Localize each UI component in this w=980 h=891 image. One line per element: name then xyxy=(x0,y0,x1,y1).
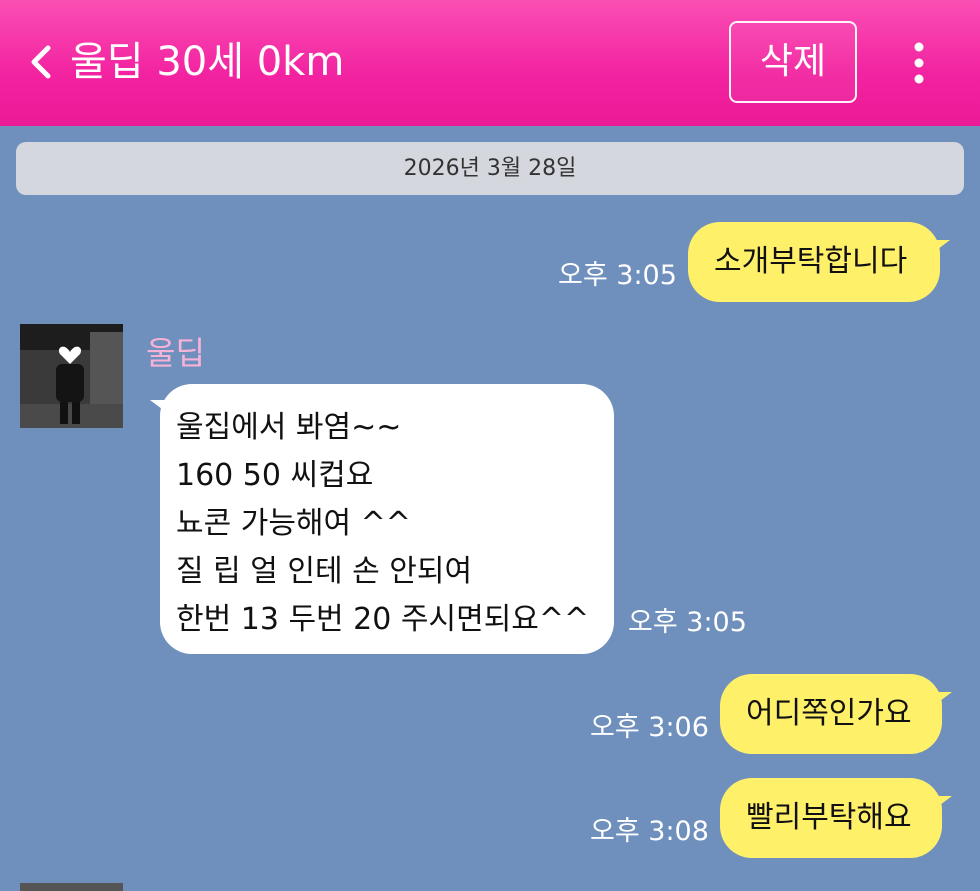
message-line: 160 50 씨컵요 xyxy=(176,458,374,493)
message-text: 빨리부탁해요 xyxy=(746,800,912,835)
message-text: 어디쪽인가요 xyxy=(746,696,912,731)
more-vertical-icon[interactable] xyxy=(904,41,934,85)
avatar-photo xyxy=(20,324,123,428)
outgoing-message[interactable]: 어디쪽인가요 xyxy=(720,674,952,754)
chat-header: 울딥 30세 0km 삭제 xyxy=(0,0,980,126)
message-line: 한번 13 두번 20 주시면되요^^ xyxy=(176,602,590,637)
avatar[interactable] xyxy=(20,883,123,891)
avatar[interactable] xyxy=(20,324,123,428)
message-line: 질 립 얼 인테 손 안되여 xyxy=(176,554,473,589)
message-line: 울집에서 봐염~~ xyxy=(176,410,402,445)
message-text: 소개부탁합니다 xyxy=(714,244,908,279)
sender-name: 울딥 xyxy=(146,334,205,372)
message-time: 오후 3:05 xyxy=(628,607,747,638)
incoming-message[interactable]: 울집에서 봐염~~ 160 50 씨컵요 뇨콘 가능해여 ^^ 질 립 얼 인테… xyxy=(150,384,614,654)
message-time: 오후 3:08 xyxy=(590,816,709,847)
message-time: 오후 3:05 xyxy=(558,260,677,291)
message-time: 오후 3:06 xyxy=(590,712,709,743)
chat-title: 울딥 30세 0km xyxy=(70,39,345,85)
date-divider: 2026년 3월 28일 xyxy=(16,142,964,195)
delete-button[interactable]: 삭제 xyxy=(729,21,857,103)
outgoing-message[interactable]: 빨리부탁해요 xyxy=(720,778,952,858)
chevron-left-icon[interactable] xyxy=(26,42,56,82)
message-line: 뇨콘 가능해여 ^^ xyxy=(176,506,411,541)
outgoing-message[interactable]: 소개부탁합니다 xyxy=(688,222,950,302)
